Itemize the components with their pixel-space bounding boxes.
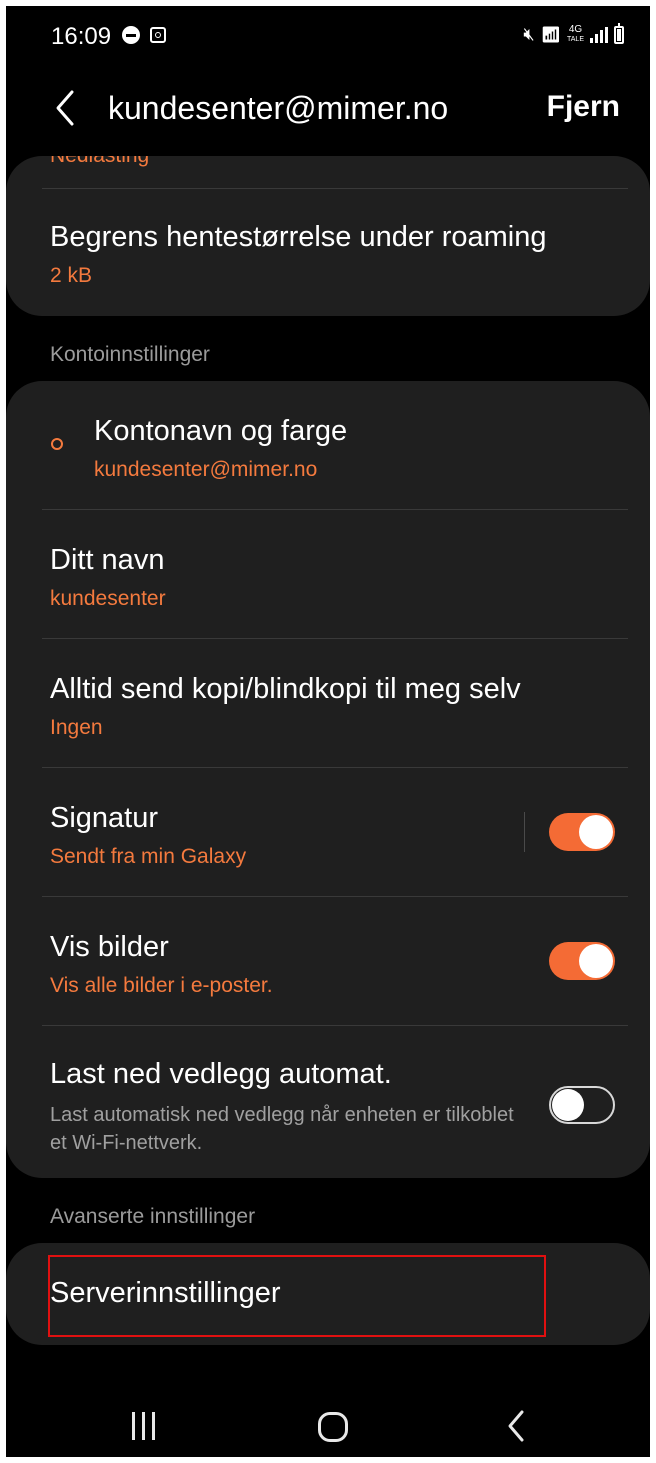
download-settings-card: Nedlasting Begrens hentestørrelse under … <box>6 156 650 316</box>
wifi-icon: 📶︎ <box>540 26 561 44</box>
advanced-settings-header: Avanserte innstillinger <box>50 1205 256 1228</box>
status-left-icons <box>122 26 166 44</box>
screen-record-icon <box>150 27 166 43</box>
nav-back-button[interactable] <box>504 1408 528 1449</box>
status-time: 16:09 <box>51 23 112 50</box>
highlight-box <box>48 1255 546 1337</box>
auto-download-toggle[interactable] <box>549 1086 615 1124</box>
show-images-toggle[interactable] <box>549 942 615 980</box>
recent-apps-button[interactable] <box>132 1412 155 1440</box>
network-type-top: 4G <box>568 23 583 35</box>
home-button[interactable] <box>318 1412 348 1442</box>
signature-row[interactable]: Signatur Sendt fra min Galaxy <box>6 768 650 896</box>
auto-download-title: Last ned vedlegg automat. <box>50 1058 392 1090</box>
row-separator <box>524 812 525 852</box>
partial-row-text: Nedlasting <box>50 156 149 168</box>
chevron-left-icon <box>56 90 74 126</box>
remove-account-button[interactable]: Fjern <box>547 90 620 124</box>
account-color-icon <box>51 438 63 450</box>
roaming-limit-row[interactable]: Begrens hentestørrelse under roaming 2 k… <box>6 189 650 316</box>
back-button[interactable] <box>46 86 86 130</box>
toggle-knob <box>552 1089 584 1121</box>
account-settings-header: Kontoinnstillinger <box>50 343 210 366</box>
toggle-knob <box>579 815 613 849</box>
always-cc-bcc-value: Ingen <box>50 716 103 739</box>
network-type-bottom: TALE <box>567 35 584 43</box>
account-name-color-value: kundesenter@mimer.no <box>94 458 318 481</box>
always-cc-bcc-row[interactable]: Alltid send kopi/blindkopi til meg selv … <box>6 639 650 767</box>
network-type-icon: 4G TALE <box>567 23 584 45</box>
page-title: kundesenter@mimer.no <box>108 90 449 126</box>
account-settings-card: Kontonavn og farge kundesenter@mimer.no … <box>6 381 650 1178</box>
auto-download-description: Last automatisk ned vedlegg når enheten … <box>50 1104 514 1154</box>
signature-value: Sendt fra min Galaxy <box>50 845 247 868</box>
toggle-knob <box>579 944 613 978</box>
your-name-title: Ditt navn <box>50 544 165 576</box>
mute-icon: 🔇︎ <box>523 24 535 44</box>
signature-title: Signatur <box>50 802 159 834</box>
always-cc-bcc-title: Alltid send kopi/blindkopi til meg selv <box>50 673 521 705</box>
roaming-limit-title: Begrens hentestørrelse under roaming <box>50 221 547 253</box>
account-name-color-title: Kontonavn og farge <box>94 415 348 447</box>
show-images-title: Vis bilder <box>50 931 169 963</box>
signature-toggle[interactable] <box>549 813 615 851</box>
status-bar: 16:09 🔇︎ 📶︎ 4G TALE <box>6 6 650 66</box>
phone-screen: 16:09 🔇︎ 📶︎ 4G TALE kundesenter@mimer.no <box>6 6 650 1457</box>
status-right-icons: 🔇︎ 📶︎ 4G TALE <box>523 22 624 45</box>
roaming-limit-value: 2 kB <box>50 264 93 287</box>
nav-back-icon <box>508 1410 524 1442</box>
signal-icon <box>590 26 608 43</box>
show-images-row[interactable]: Vis bilder Vis alle bilder i e-poster. <box>6 897 650 1025</box>
do-not-disturb-icon <box>122 26 140 44</box>
your-name-row[interactable]: Ditt navn kundesenter <box>6 510 650 638</box>
navigation-bar <box>6 1386 650 1457</box>
show-images-value: Vis alle bilder i e-poster. <box>50 974 273 997</box>
account-name-color-row[interactable]: Kontonavn og farge kundesenter@mimer.no <box>6 381 650 509</box>
app-header: kundesenter@mimer.no Fjern <box>6 66 650 156</box>
battery-icon <box>614 22 624 44</box>
your-name-value: kundesenter <box>50 587 166 610</box>
auto-download-attachments-row[interactable]: Last ned vedlegg automat. Last automatis… <box>6 1026 650 1178</box>
